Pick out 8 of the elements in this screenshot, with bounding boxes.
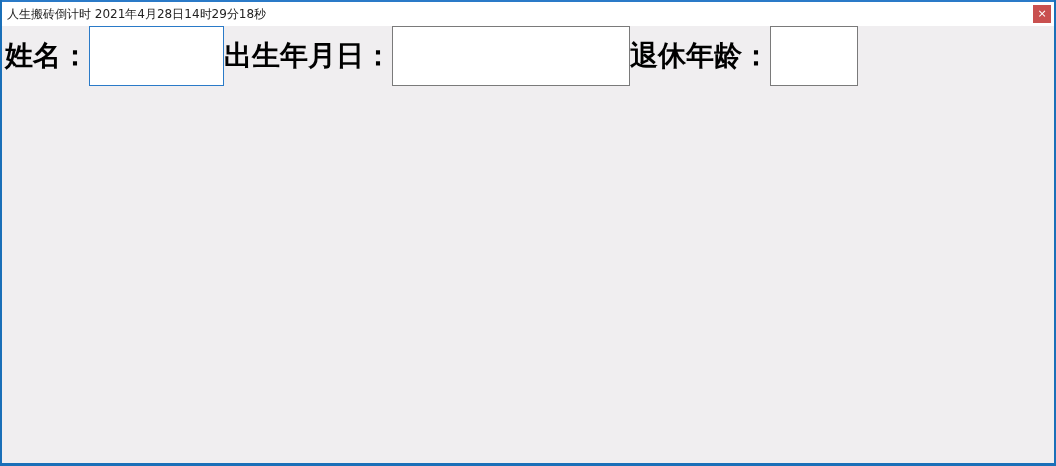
field-label: 姓名：	[5, 38, 89, 74]
input-field[interactable]	[392, 26, 630, 86]
field-label: 退休年龄：	[630, 38, 770, 74]
close-button[interactable]: ×	[1033, 5, 1051, 23]
window-title: 人生搬砖倒计时 2021年4月28日14时29分18秒	[7, 6, 267, 23]
input-field[interactable]	[89, 26, 224, 86]
input-field[interactable]	[770, 26, 858, 86]
field-label: 出生年月日：	[224, 38, 392, 74]
